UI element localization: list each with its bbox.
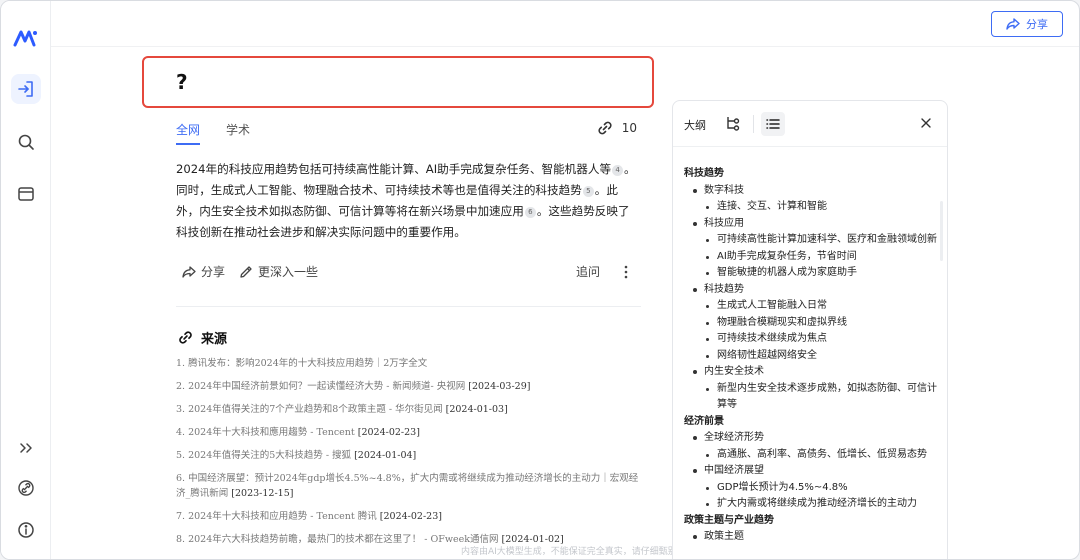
- citation-badge[interactable]: 5: [582, 186, 594, 197]
- go-deeper-label: 更深入一些: [258, 265, 319, 279]
- source-title: 4. 2024年十大科技和應用趨勢 - Tencent: [176, 427, 358, 438]
- reference-count-value: 10: [621, 121, 637, 135]
- search-icon[interactable]: [11, 127, 41, 157]
- source-title: 8. 2024年六大科技趋势前瞻，最热门的技术都在这里了！ - OFweek通信…: [176, 534, 502, 545]
- source-item[interactable]: 7. 2024年十大科技和应用趋势 - Tencent 腾讯 [2024-02-…: [176, 509, 641, 524]
- citation-badge[interactable]: 6: [524, 207, 536, 218]
- left-rail: [1, 1, 51, 559]
- outline-subitem[interactable]: 连接、交互、计算和智能: [684, 199, 942, 216]
- source-date: [2024-02-23]: [357, 427, 420, 438]
- answer-segment: 2024年的科技应用趋势包括可持续高性能计算、AI助手完成复杂任务、智能机器人等: [176, 162, 612, 176]
- close-icon[interactable]: [919, 115, 933, 134]
- outline-subitem[interactable]: AI助手完成复杂任务，节省时间: [684, 249, 942, 266]
- layout-icon[interactable]: [11, 179, 41, 209]
- outline-subitem[interactable]: 可持续技术继续成为焦点: [684, 331, 942, 348]
- question-box[interactable]: ?: [142, 56, 654, 108]
- follow-up-button[interactable]: 追问: [576, 263, 600, 280]
- source-item[interactable]: 4. 2024年十大科技和應用趨勢 - Tencent [2024-02-23]: [176, 425, 641, 440]
- source-date: [2024-01-04]: [354, 450, 417, 461]
- active-tab-underline: [176, 143, 200, 145]
- share-icon: [1006, 18, 1020, 30]
- outline-subitem[interactable]: 可持续高性能计算加速科学、医疗和金融领域创新: [684, 232, 942, 249]
- source-item[interactable]: 3. 2024年值得关注的7个产业趋势和8个政策主题 - 华尔街见闻 [2024…: [176, 402, 641, 417]
- go-deeper-button[interactable]: 更深入一些: [239, 263, 318, 280]
- question-text: ?: [176, 70, 188, 94]
- link-chain-icon: [598, 121, 612, 135]
- answer-text: 2024年的科技应用趋势包括可持续高性能计算、AI助手完成复杂任务、智能机器人等…: [176, 159, 641, 243]
- scrollbar[interactable]: [940, 201, 943, 261]
- source-item[interactable]: 2. 2024年中国经济前景如何？一起读懂经济大势 - 新闻频道- 央视网 [2…: [176, 379, 641, 394]
- outline-item[interactable]: 内生安全技术: [684, 364, 942, 381]
- outline-heading[interactable]: 政策主题与产业趋势: [684, 513, 942, 530]
- share-button-label: 分享: [1026, 18, 1048, 31]
- share-icon: [182, 265, 196, 278]
- expand-sidebar-icon[interactable]: [11, 433, 41, 463]
- outline-subitem[interactable]: 物理融合模糊现实和虚拟界线: [684, 315, 942, 332]
- source-title: 7. 2024年十大科技和应用趋势 - Tencent 腾讯: [176, 511, 380, 522]
- mindmap-view-icon[interactable]: [725, 115, 741, 135]
- outline-title: 大纲: [684, 119, 706, 132]
- citation-badge[interactable]: 4: [612, 165, 624, 176]
- answer-actions: 分享 更深入一些 追问: [182, 263, 636, 283]
- sources-list: 1. 腾讯发布：影响2024年的十大科技应用趋势｜2万字全文 2. 2024年中…: [176, 356, 641, 555]
- outline-panel: 大纲 科技趋势 数字科技 连接、交互、计算和智能 科技应用 可持续高性能计算加速科学、医…: [672, 100, 948, 559]
- outline-header: 大纲: [673, 101, 947, 147]
- section-divider: [176, 306, 641, 307]
- tab-academic[interactable]: 学术: [226, 121, 250, 138]
- info-icon[interactable]: [11, 515, 41, 545]
- header-separator: [753, 115, 754, 133]
- tab-web[interactable]: 全网: [176, 121, 200, 138]
- link-chain-icon: [179, 331, 192, 344]
- outline-subitem[interactable]: GDP增长预计为4.5%~4.8%: [684, 480, 942, 497]
- outline-item[interactable]: 政策主题: [684, 529, 942, 546]
- app-window: 分享 ? 全网 学术 10 2024年的科技应用趋势包括可持续高性能计算、AI助…: [0, 0, 1080, 560]
- more-options-icon[interactable]: [624, 265, 628, 279]
- source-title: 1. 腾讯发布：影响2024年的十大科技应用趋势｜2万字全文: [176, 358, 428, 369]
- top-bar: 分享: [51, 1, 1079, 47]
- source-date: [2024-02-23]: [379, 511, 442, 522]
- source-title: 5. 2024年值得关注的5大科技趋势 - 搜狐: [176, 450, 355, 461]
- list-view-icon[interactable]: [761, 112, 785, 136]
- brand-logo-icon[interactable]: [11, 23, 41, 53]
- share-answer-button[interactable]: 分享: [182, 263, 225, 280]
- pencil-icon: [240, 265, 252, 278]
- outline-heading[interactable]: 科技趋势: [684, 166, 942, 183]
- outline-heading[interactable]: 经济前景: [684, 414, 942, 431]
- outline-tree: 科技趋势 数字科技 连接、交互、计算和智能 科技应用 可持续高性能计算加速科学、医疗和金…: [684, 166, 942, 546]
- ai-disclaimer: 内容由AI大模型生成，不能保证完全真实，请仔细甄别: [461, 547, 677, 557]
- source-item[interactable]: 5. 2024年值得关注的5大科技趋势 - 搜狐 [2024-01-04]: [176, 448, 641, 463]
- outline-item[interactable]: 全球经济形势: [684, 430, 942, 447]
- outline-subitem[interactable]: 高通胀、高利率、高债务、低增长、低贸易态势: [684, 447, 942, 464]
- outline-item[interactable]: 数字科技: [684, 183, 942, 200]
- source-date: [2023-12-15]: [231, 488, 294, 499]
- source-date: [2024-01-03]: [445, 404, 508, 415]
- sources-heading: 来源: [177, 328, 227, 347]
- link-icon[interactable]: [11, 473, 41, 503]
- follow-up-label: 追问: [576, 265, 601, 279]
- source-date: [2024-03-29]: [468, 381, 531, 392]
- outline-item[interactable]: 科技趋势: [684, 282, 942, 299]
- outline-subitem[interactable]: 智能敏捷的机器人成为家庭助手: [684, 265, 942, 282]
- source-item[interactable]: 1. 腾讯发布：影响2024年的十大科技应用趋势｜2万字全文: [176, 356, 641, 371]
- source-title: 3. 2024年值得关注的7个产业趋势和8个政策主题 - 华尔街见闻: [176, 404, 446, 415]
- outline-subitem[interactable]: 网络韧性超越网络安全: [684, 348, 942, 365]
- outline-subitem[interactable]: 新型内生安全技术逐步成熟，如拟态防御、可信计算等: [684, 381, 942, 414]
- share-answer-label: 分享: [201, 265, 226, 279]
- outline-subitem[interactable]: 扩大内需或将继续成为推动经济增长的主动力: [684, 496, 942, 513]
- outline-subitem[interactable]: 生成式人工智能融入日常: [684, 298, 942, 315]
- share-button[interactable]: 分享: [991, 11, 1063, 37]
- outline-item[interactable]: 中国经济展望: [684, 463, 942, 480]
- reference-count[interactable]: 10: [596, 119, 637, 137]
- outline-item[interactable]: 科技应用: [684, 216, 942, 233]
- source-title: 2. 2024年中国经济前景如何？一起读懂经济大势 - 新闻频道- 央视网: [176, 381, 469, 392]
- source-tabs: 全网 学术 10: [176, 119, 641, 147]
- login-icon[interactable]: [11, 74, 41, 104]
- source-item[interactable]: 6. 中国经济展望：预计2024年gdp增长4.5%~4.8%，扩大内需或将继续…: [176, 471, 641, 501]
- sources-heading-label: 来源: [201, 332, 228, 347]
